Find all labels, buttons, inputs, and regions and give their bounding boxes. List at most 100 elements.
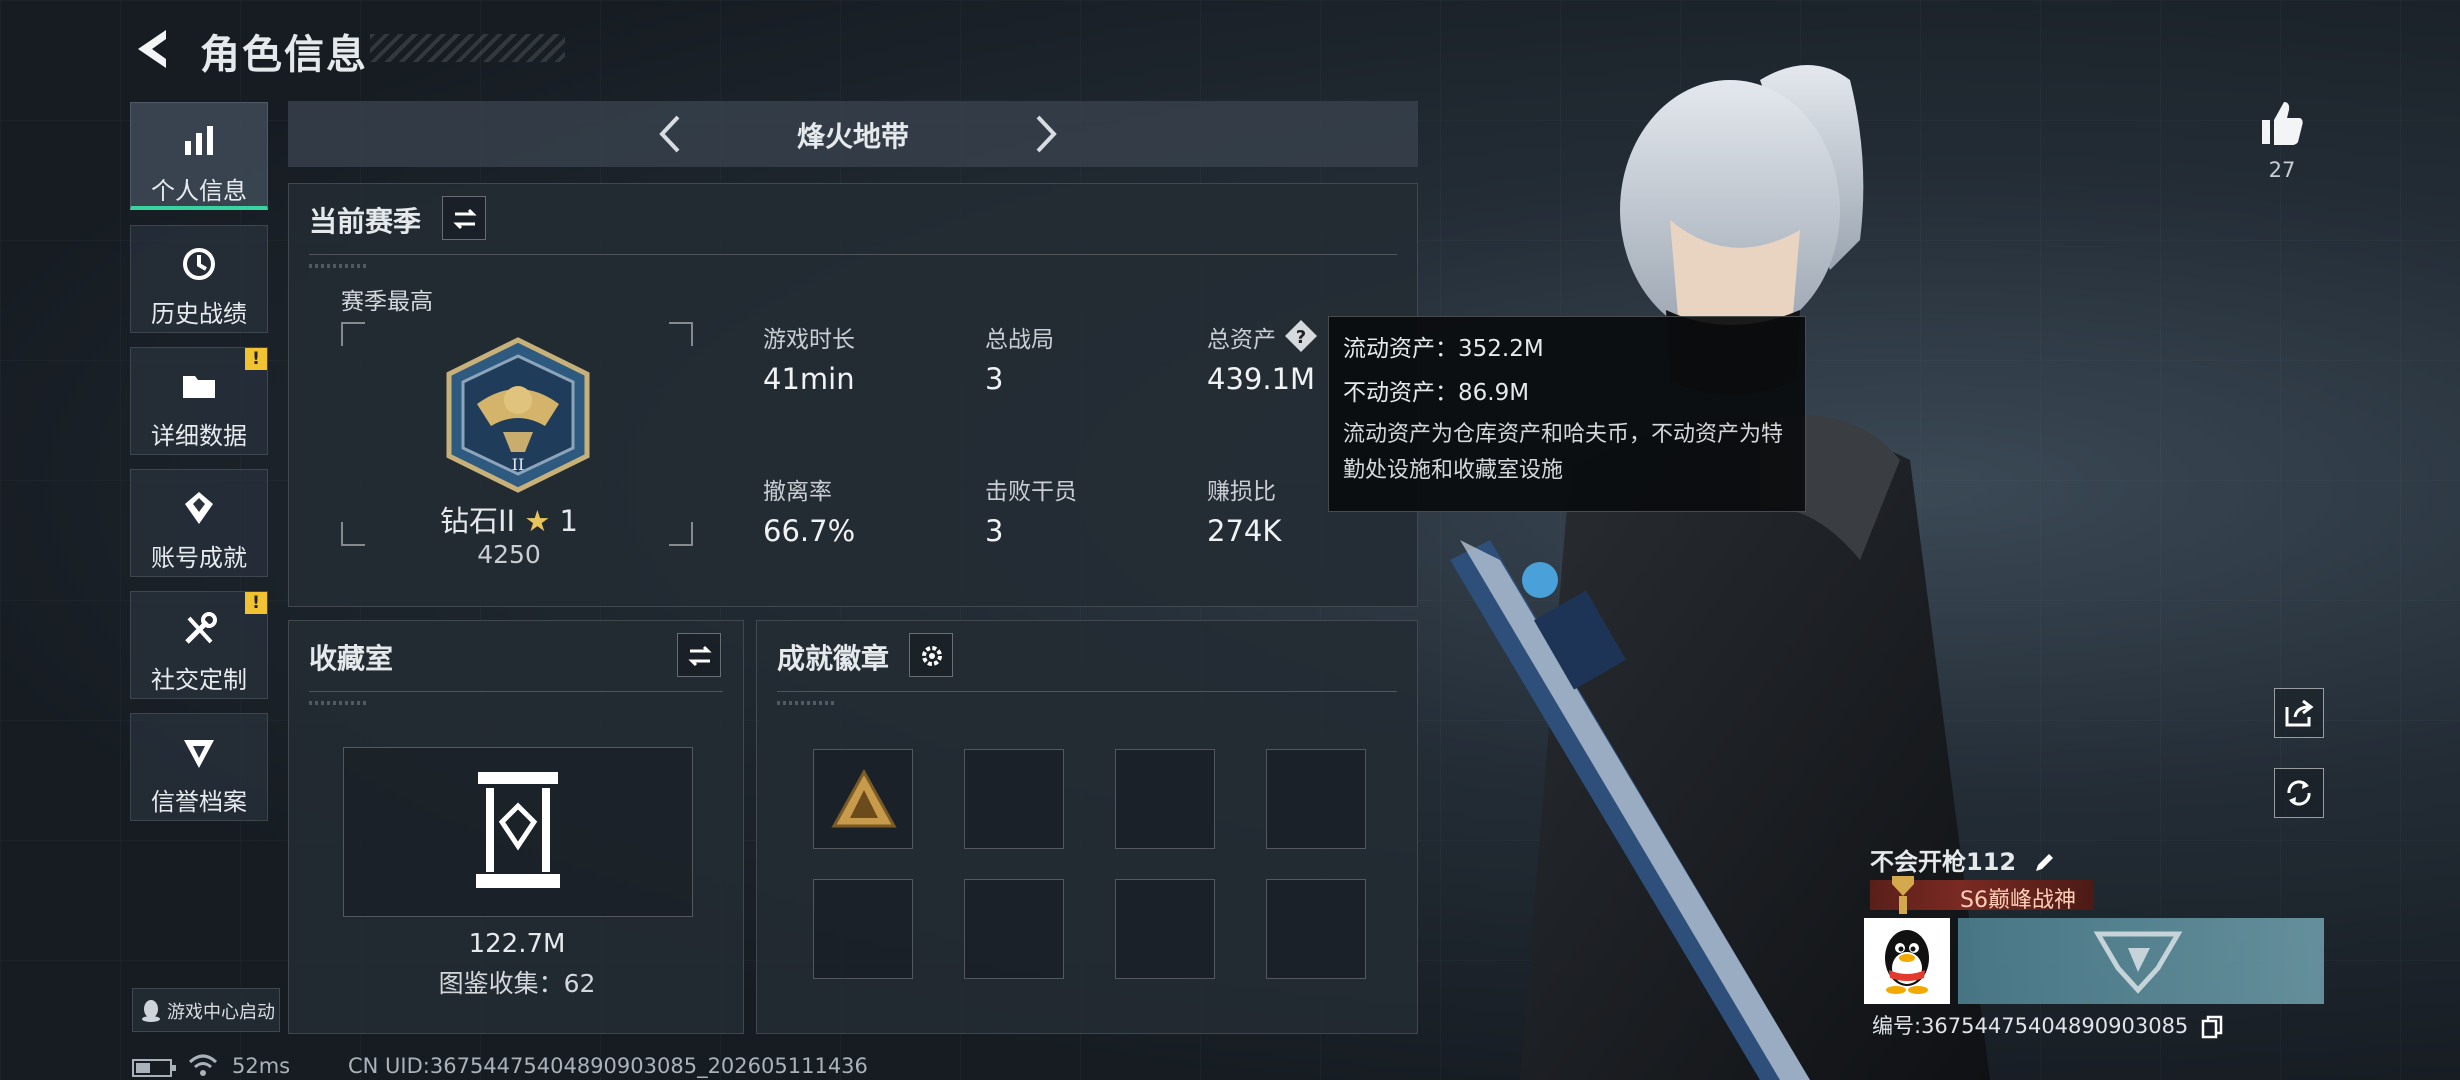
bar-chart-icon: [185, 126, 213, 155]
swap-icon: [688, 645, 712, 667]
season-switch-button[interactable]: [442, 196, 486, 240]
badges-settings-button[interactable]: [909, 633, 953, 677]
assets-tooltip: 流动资产：352.2M 不动资产：86.9M 流动资产为仓库资产和哈夫币，不动资…: [1328, 316, 1806, 512]
cn-uid: CN UID:36754475404890903085_202605111436: [348, 1054, 868, 1078]
svg-text:?: ?: [1296, 327, 1306, 348]
player-name-text: 不会开枪112: [1870, 848, 2017, 876]
assets-note: 流动资产为仓库资产和哈夫币，不动资产为特勤处设施和收藏室设施: [1343, 422, 1784, 483]
player-title: S6巅峰战神: [1960, 888, 2076, 913]
rank-score: 4250: [477, 540, 541, 569]
player-title-banner: S6巅峰战神: [1870, 876, 2094, 914]
rank-stars: 1: [559, 504, 578, 538]
game-center-button[interactable]: 游戏中心启动: [132, 988, 280, 1032]
player-uid: 编号:36754475404890903085: [1872, 1010, 2223, 1040]
page-title: 角色信息: [200, 32, 368, 78]
nav-label: 详细数据: [151, 422, 247, 450]
nav-label: 信誉档案: [151, 788, 247, 816]
back-arrow-icon[interactable]: [130, 24, 180, 74]
fixed-assets: 不动资产：86.9M: [1343, 380, 1530, 406]
rank-name: 钻石II: [440, 504, 516, 538]
swap-icon: [453, 208, 477, 230]
nav-item-achievements[interactable]: 账号成就: [130, 469, 268, 577]
share-button[interactable]: [2274, 688, 2324, 738]
folder-icon: [183, 376, 215, 398]
avatar[interactable]: [1864, 918, 1950, 1004]
mode-label: 烽火地带: [796, 120, 909, 153]
nav-label: 社交定制: [151, 666, 247, 694]
warning-badge: !: [245, 592, 267, 614]
divider: [309, 691, 723, 692]
qq-icon: [142, 1000, 160, 1022]
player-name: 不会开枪112: [1870, 842, 2056, 877]
wifi-icon: [188, 1054, 218, 1076]
rank-line: 钻石II ★ 1: [289, 498, 729, 540]
stat-label: 总战局: [985, 327, 1054, 353]
display-case-icon: [476, 772, 560, 888]
edit-icon[interactable]: [2032, 851, 2056, 875]
nav-item-credit[interactable]: 信誉档案: [130, 713, 268, 821]
credit-icon: [184, 740, 214, 768]
warning-badge: !: [245, 348, 267, 370]
refresh-icon: [2287, 780, 2311, 806]
gear-icon: [922, 646, 942, 666]
season-title: 当前赛季: [309, 205, 422, 238]
nav-item-detailed-data[interactable]: ! 详细数据: [130, 347, 268, 455]
refresh-button[interactable]: [2274, 768, 2324, 818]
copy-icon[interactable]: [2201, 1015, 2223, 1039]
help-icon[interactable]: ?: [1283, 318, 1319, 354]
star-icon: ★: [524, 504, 551, 538]
collection-switch-button[interactable]: [677, 633, 721, 677]
thumbs-up-icon[interactable]: [2256, 98, 2308, 150]
decoration: [309, 264, 369, 268]
player-uid-text: 编号:36754475404890903085: [1872, 1014, 2189, 1038]
nav-item-personal-info[interactable]: 个人信息: [130, 102, 268, 210]
badge-slot[interactable]: [964, 879, 1064, 979]
game-center-label: 游戏中心启动: [167, 1002, 275, 1023]
tools-icon: [185, 612, 217, 644]
catalog-count: 图鉴收集：62: [438, 969, 596, 998]
stat-value: 66.7%: [763, 514, 856, 548]
badge-slot[interactable]: [813, 749, 913, 849]
profile-card-banner: [1958, 918, 2324, 1004]
badge-slot[interactable]: [1115, 749, 1215, 849]
collection-panel: 收藏室 122.7M 图鉴收集：62: [288, 620, 744, 1034]
title-decoration: [370, 34, 565, 62]
chevron-right-icon[interactable]: [1018, 109, 1068, 159]
achievement-badge-icon: [831, 768, 897, 828]
liquid-assets: 流动资产：352.2M: [1343, 336, 1544, 362]
collection-title: 收藏室: [309, 642, 394, 675]
divider: [777, 691, 1397, 692]
share-icon: [2285, 699, 2314, 727]
like-count: 27: [2268, 158, 2296, 182]
battery-icon: [132, 1059, 176, 1077]
achievement-icon: [185, 492, 213, 524]
collection-value: 122.7M: [468, 929, 566, 959]
nav-item-history[interactable]: 历史战绩: [130, 225, 268, 333]
svg-text:II: II: [512, 455, 525, 474]
stat-label: 总资产: [1207, 327, 1276, 353]
nav-label: 历史战绩: [151, 300, 247, 328]
stat-label: 撤离率: [763, 479, 832, 505]
badge-slot[interactable]: [1115, 879, 1215, 979]
decoration: [777, 701, 837, 705]
frame-corner: [669, 322, 693, 346]
stat-label: 游戏时长: [763, 327, 855, 353]
emblem-logo-icon: [2093, 931, 2183, 994]
stat-value: 439.1M: [1207, 362, 1316, 396]
trophy-icon: [1892, 876, 1914, 914]
badge-slot[interactable]: [1266, 879, 1366, 979]
nav-label: 个人信息: [151, 177, 247, 205]
diamond-rank-emblem-icon: II: [446, 337, 590, 493]
badge-slot[interactable]: [1266, 749, 1366, 849]
stat-value: 274K: [1207, 514, 1282, 548]
badges-title: 成就徽章: [777, 642, 890, 675]
frame-corner: [341, 322, 365, 346]
penguin-avatar-icon: [1885, 930, 1929, 994]
nav-item-social[interactable]: ! 社交定制: [130, 591, 268, 699]
badge-slot[interactable]: [964, 749, 1064, 849]
season-panel: 当前赛季 赛季最高 II 钻石II ★ 1 4250 游戏时长 41min 总战…: [288, 183, 1418, 607]
collection-preview[interactable]: [343, 747, 693, 917]
nav-label: 账号成就: [151, 544, 247, 572]
stat-value: 3: [985, 514, 1004, 548]
badge-slot[interactable]: [813, 879, 913, 979]
